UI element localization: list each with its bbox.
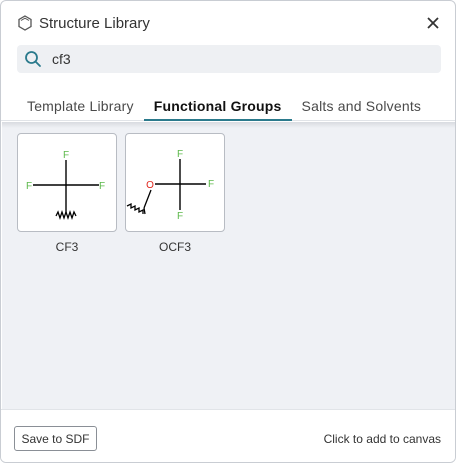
tab-functional-groups[interactable]: Functional Groups	[143, 95, 292, 121]
structure-label-ocf3: OCF3	[158, 240, 191, 254]
tab-bar: Template Library Functional Groups Salts…	[1, 95, 455, 121]
structure-library-dialog: Structure Library Template Library Funct…	[0, 0, 456, 463]
tab-salts-and-solvents[interactable]: Salts and Solvents	[292, 95, 432, 121]
search-icon	[24, 50, 42, 68]
structure-grid: F F F CF3 O F F F OCF3	[2, 122, 455, 409]
add-to-canvas-hint: Click to add to canvas	[323, 432, 441, 446]
divider-shadow	[2, 122, 455, 128]
ocf3-atom-right: F	[208, 179, 214, 190]
ocf3-atom-bottom: F	[177, 211, 183, 222]
cf3-atom-top: F	[63, 150, 69, 161]
ocf3-structure-drawing: O F F F	[126, 149, 214, 222]
save-to-sdf-button[interactable]: Save to SDF	[14, 426, 97, 451]
structure-tile-cf3[interactable]: F F F	[17, 133, 117, 232]
dialog-title: Structure Library	[39, 14, 150, 32]
tab-template-library[interactable]: Template Library	[17, 95, 144, 121]
ocf3-atom-top: F	[177, 149, 183, 160]
cf3-atom-left: F	[26, 181, 32, 192]
dialog-footer: Save to SDF Click to add to canvas	[1, 409, 455, 462]
structure-card-ocf3: O F F F OCF3	[125, 133, 225, 254]
structure-tile-ocf3[interactable]: O F F F	[125, 133, 225, 232]
ocf3-atom-oxygen: O	[146, 180, 154, 191]
search-bar	[17, 45, 441, 73]
structure-label-cf3: CF3	[55, 240, 79, 254]
cf3-atom-right: F	[99, 181, 105, 192]
dialog-header: Structure Library	[1, 1, 455, 45]
hexagon-icon	[17, 14, 35, 32]
structure-card-cf3: F F F CF3	[17, 133, 117, 254]
cf3-structure-drawing: F F F	[26, 150, 105, 221]
search-input[interactable]	[52, 51, 412, 67]
close-icon[interactable]	[425, 15, 441, 31]
